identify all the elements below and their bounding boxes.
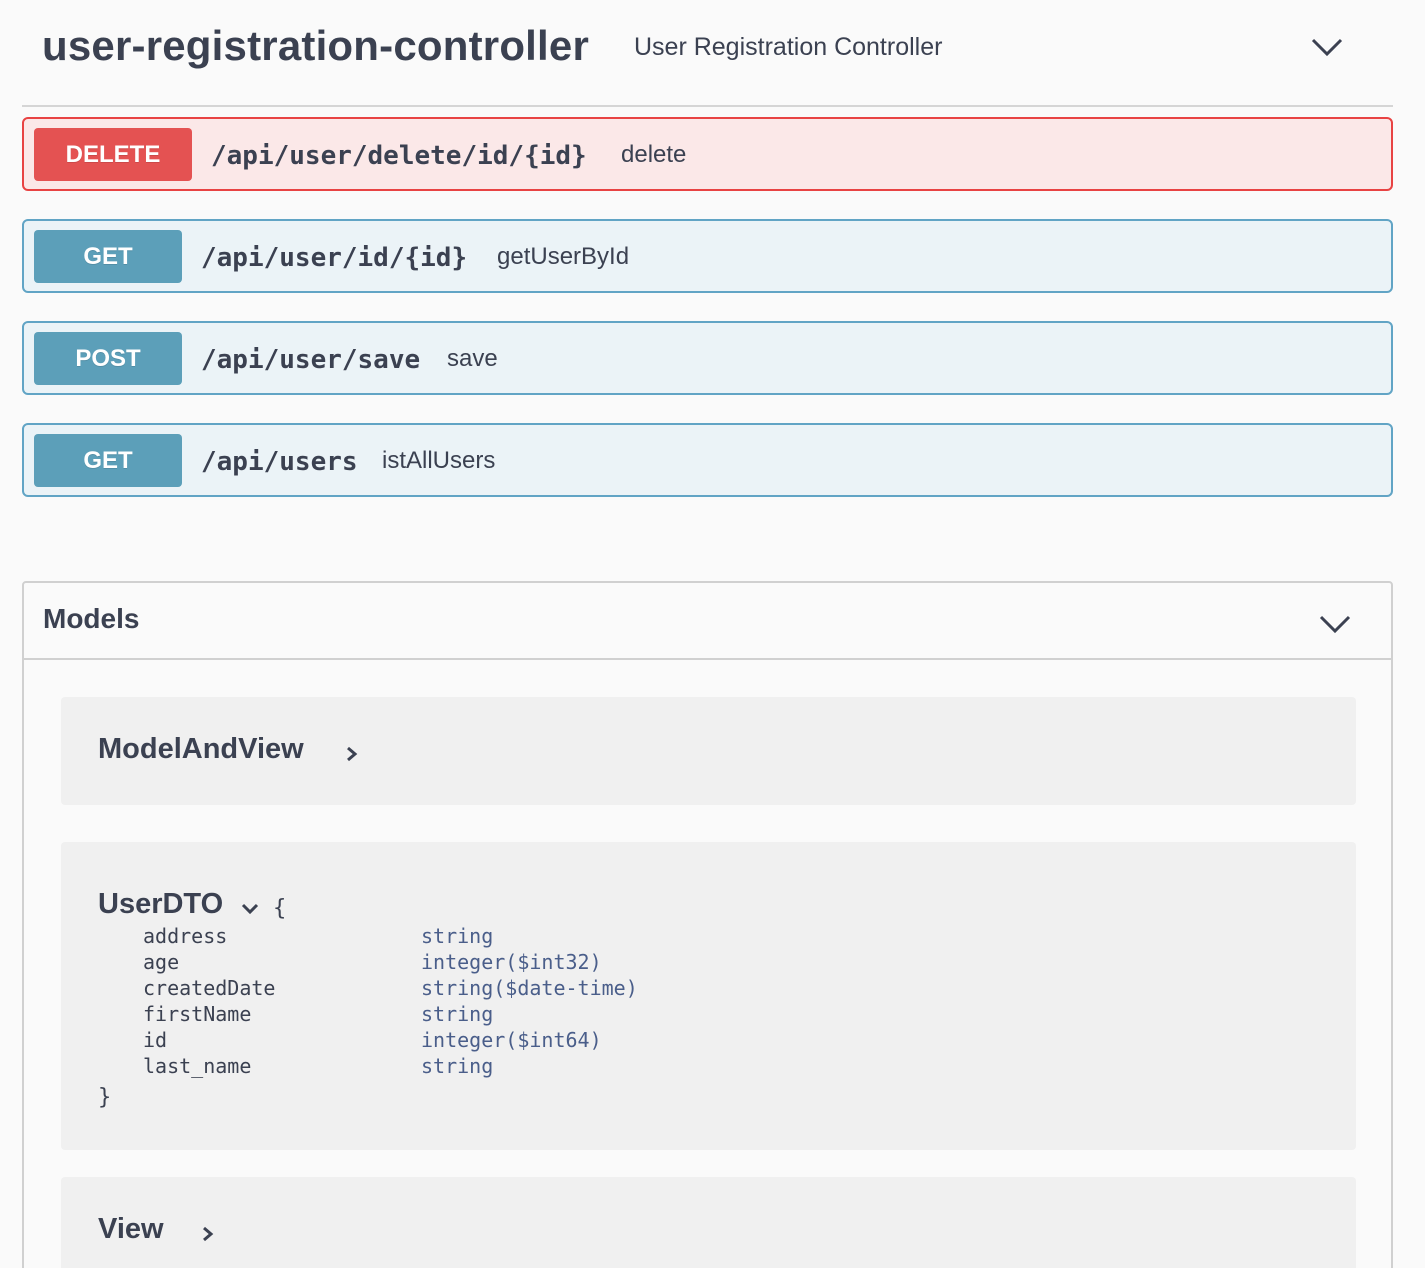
operation-path: /api/user/id/{id} bbox=[201, 243, 468, 273]
operation-path: /api/users bbox=[201, 447, 358, 477]
property-name: address bbox=[143, 924, 228, 948]
models-title: Models bbox=[43, 603, 140, 634]
chevron-right-icon[interactable] bbox=[341, 743, 363, 765]
model-property-row: id integer($int64) bbox=[143, 1028, 743, 1054]
models-header[interactable]: Models bbox=[24, 583, 1391, 660]
method-badge-delete: DELETE bbox=[34, 128, 192, 181]
property-type: integer($int64) bbox=[421, 1028, 602, 1052]
property-name: firstName bbox=[143, 1002, 252, 1026]
tag-description: User Registration Controller bbox=[634, 33, 943, 61]
tag-title: user-registration-controller bbox=[42, 22, 590, 69]
chevron-right-icon[interactable] bbox=[197, 1223, 219, 1245]
property-name: last_name bbox=[143, 1054, 252, 1078]
tag-header[interactable]: user-registration-controller User Regist… bbox=[22, 0, 1393, 107]
property-type: string bbox=[421, 924, 494, 948]
brace-open: { bbox=[273, 896, 287, 921]
opblock-post-user-save[interactable]: POST /api/user/save save bbox=[22, 321, 1393, 395]
operation-summary: istAllUsers bbox=[382, 447, 496, 474]
opblock-delete-user[interactable]: DELETE /api/user/delete/id/{id} delete bbox=[22, 117, 1393, 191]
model-property-row: age integer($int32) bbox=[143, 950, 743, 976]
model-title[interactable]: UserDTO bbox=[98, 888, 223, 921]
models-section: Models ModelAndView UserDTO { address st… bbox=[22, 581, 1393, 1268]
property-name: createdDate bbox=[143, 976, 276, 1000]
operation-summary: getUserById bbox=[497, 243, 630, 270]
chevron-down-icon[interactable] bbox=[1307, 28, 1347, 64]
property-name: age bbox=[143, 950, 180, 974]
operation-summary: save bbox=[447, 345, 498, 372]
model-container-modelandview[interactable]: ModelAndView bbox=[61, 697, 1356, 805]
model-property-row: address string bbox=[143, 924, 743, 950]
property-type: string bbox=[421, 1054, 494, 1078]
method-badge-post: POST bbox=[34, 332, 182, 385]
method-badge-get: GET bbox=[34, 230, 182, 283]
opblock-get-all-users[interactable]: GET /api/users istAllUsers bbox=[22, 423, 1393, 497]
chevron-down-icon[interactable] bbox=[239, 898, 261, 920]
operation-path: /api/user/save bbox=[201, 345, 421, 375]
chevron-down-icon[interactable] bbox=[1315, 605, 1355, 641]
opblock-get-user-by-id[interactable]: GET /api/user/id/{id} getUserById bbox=[22, 219, 1393, 293]
model-container-view[interactable]: View bbox=[61, 1177, 1356, 1268]
model-title[interactable]: ModelAndView bbox=[98, 733, 304, 766]
property-type: string($date-time) bbox=[421, 976, 638, 1000]
property-type: integer($int32) bbox=[421, 950, 602, 974]
operation-summary: delete bbox=[621, 141, 687, 168]
model-property-row: firstName string bbox=[143, 1002, 743, 1028]
operation-path: /api/user/delete/id/{id} bbox=[211, 141, 587, 171]
model-property-row: createdDate string($date-time) bbox=[143, 976, 743, 1002]
property-type: string bbox=[421, 1002, 494, 1026]
model-container-userdto: UserDTO { address string age integer($in… bbox=[61, 842, 1356, 1150]
model-title[interactable]: View bbox=[98, 1213, 164, 1246]
brace-close: } bbox=[98, 1085, 112, 1110]
property-name: id bbox=[143, 1028, 168, 1052]
model-property-row: last_name string bbox=[143, 1054, 743, 1080]
method-badge-get: GET bbox=[34, 434, 182, 487]
